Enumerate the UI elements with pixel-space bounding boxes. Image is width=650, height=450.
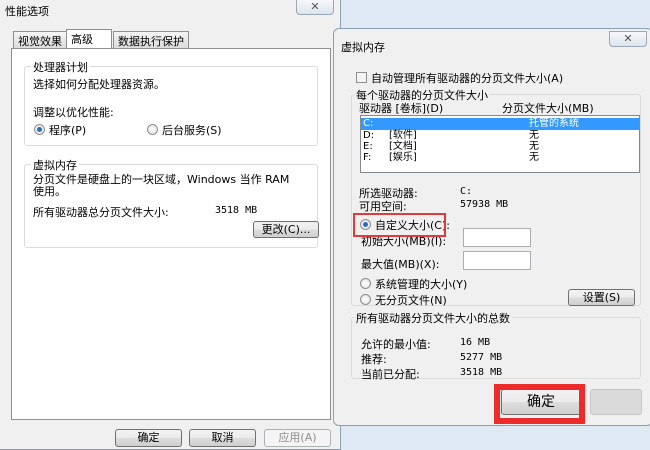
ok-button-highlight <box>494 384 585 424</box>
cancel-button-blurred[interactable] <box>590 389 642 415</box>
tab-visual-effects[interactable]: 视觉效果 <box>13 31 67 48</box>
services-radio[interactable] <box>147 124 158 135</box>
cpu-group: 处理器计划 选择如何分配处理器资源。 调整以优化性能: 程序(P) 后台服务(S… <box>24 59 318 146</box>
total-label: 所有驱动器总分页文件大小: <box>33 206 169 219</box>
free-space-value: 57938 MB <box>460 199 509 210</box>
system-managed-label[interactable]: 系统管理的大小(Y) <box>375 276 467 292</box>
drive-list[interactable]: C: 托管的系统 D: [软件] 无 E: [文档] 无 F: [娱乐] 无 <box>360 115 640 173</box>
system-managed-radio[interactable] <box>360 278 371 289</box>
free-space-label: 可用空间: <box>359 200 407 213</box>
programs-label[interactable]: 程序(P) <box>49 122 86 138</box>
totals-group: 所有驱动器分页文件大小的总数 允许的最小值: 16 MB 推荐: 5277 MB… <box>351 310 641 381</box>
cancel-button[interactable]: 取消 <box>189 429 256 447</box>
adjust-label: 调整以优化性能: <box>33 106 114 119</box>
totals-title: 所有驱动器分页文件大小的总数 <box>354 310 512 326</box>
programs-radio[interactable] <box>34 124 45 135</box>
ok-button[interactable]: 确定 <box>115 429 182 447</box>
auto-manage-label[interactable]: 自动管理所有驱动器的分页文件大小(A) <box>371 70 563 86</box>
change-button[interactable]: 更改(C)... <box>253 221 319 238</box>
min-label: 允许的最小值: <box>361 338 431 351</box>
no-paging-radio[interactable] <box>360 294 371 305</box>
services-label[interactable]: 后台服务(S) <box>162 122 222 138</box>
tab-panel: 处理器计划 选择如何分配处理器资源。 调整以优化性能: 程序(P) 后台服务(S… <box>11 48 331 420</box>
col-drive: 驱动器 [卷标](D) <box>359 102 444 115</box>
max-size-input[interactable] <box>463 251 531 270</box>
vm-group-title: 虚拟内存 <box>31 157 79 173</box>
drive-size: 托管的系统 <box>529 118 579 129</box>
performance-options-window: 性能选项 ✕ 视觉效果 高级 数据执行保护 处理器计划 选择如何分配处理器资源。… <box>0 0 341 450</box>
initial-size-input[interactable] <box>463 228 531 247</box>
max-size-label: 最大值(MB)(X): <box>361 258 440 271</box>
drive-row[interactable]: F: [娱乐] 无 <box>361 152 639 164</box>
drive-label: [娱乐] <box>389 152 417 163</box>
drive-letter: C: <box>363 118 374 129</box>
window-title: 性能选项 <box>5 5 49 18</box>
cpu-group-title: 处理器计划 <box>31 59 90 75</box>
set-button[interactable]: 设置(S) <box>568 289 635 306</box>
min-value: 16 MB <box>460 337 491 348</box>
virtual-memory-window: 虚拟内存 ✕ 自动管理所有驱动器的分页文件大小(A) 每个驱动器的分页文件大小 … <box>333 28 650 426</box>
recommended-label: 推荐: <box>361 353 387 366</box>
drive-row[interactable]: C: 托管的系统 <box>361 118 639 130</box>
vm-desc: 分页文件是硬盘上的一块区域，Windows 当作 RAM 使用。 <box>33 173 290 198</box>
no-paging-label[interactable]: 无分页文件(N) <box>375 292 447 308</box>
close-button[interactable]: ✕ <box>296 0 334 15</box>
apply-button: 应用(A) <box>264 429 331 447</box>
per-drive-group: 每个驱动器的分页文件大小 驱动器 [卷标](D) 分页文件大小(MB) C: 托管… <box>351 87 641 308</box>
custom-size-highlight <box>353 213 446 237</box>
close-button[interactable]: ✕ <box>609 31 647 47</box>
virtual-memory-group: 虚拟内存 分页文件是硬盘上的一块区域，Windows 当作 RAM 使用。 所有… <box>24 157 319 248</box>
selected-drive-value: C: <box>460 186 473 197</box>
tab-dep[interactable]: 数据执行保护 <box>113 31 189 48</box>
cpu-desc: 选择如何分配处理器资源。 <box>33 78 165 91</box>
recommended-value: 5277 MB <box>460 352 503 363</box>
current-value: 3518 MB <box>460 367 503 378</box>
current-label: 当前已分配: <box>361 368 420 381</box>
tab-advanced[interactable]: 高级 <box>66 29 112 48</box>
total-value: 3518 MB <box>215 205 258 216</box>
col-size: 分页文件大小(MB) <box>502 102 594 115</box>
window-title: 虚拟内存 <box>341 41 385 54</box>
auto-manage-checkbox[interactable] <box>356 72 367 83</box>
drive-letter: F: <box>363 152 372 163</box>
drive-size: 无 <box>529 152 539 163</box>
